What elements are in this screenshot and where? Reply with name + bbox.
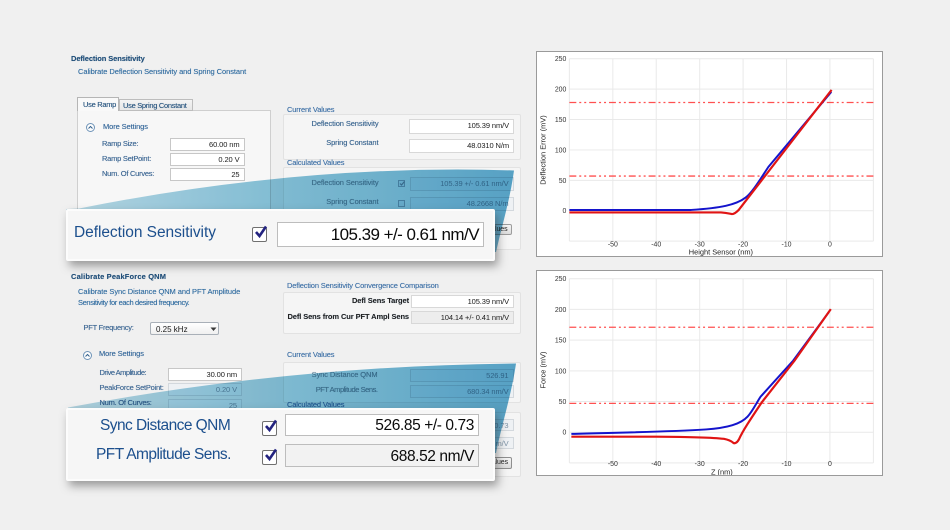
svg-text:0: 0 bbox=[563, 208, 567, 215]
svg-text:-10: -10 bbox=[782, 242, 792, 249]
svg-text:0: 0 bbox=[828, 461, 832, 468]
svg-text:100: 100 bbox=[555, 147, 567, 154]
svg-text:250: 250 bbox=[555, 276, 567, 283]
svg-text:50: 50 bbox=[559, 399, 567, 406]
svg-text:Height Sensor (nm): Height Sensor (nm) bbox=[689, 248, 753, 257]
svg-text:200: 200 bbox=[555, 307, 567, 314]
svg-text:0: 0 bbox=[563, 430, 567, 437]
svg-text:-10: -10 bbox=[782, 461, 792, 468]
svg-text:0: 0 bbox=[828, 242, 832, 249]
svg-text:50: 50 bbox=[559, 178, 567, 185]
svg-text:150: 150 bbox=[555, 338, 567, 345]
svg-text:Deflection Error (mV): Deflection Error (mV) bbox=[539, 115, 548, 185]
svg-text:Z (nm): Z (nm) bbox=[711, 467, 733, 476]
svg-text:250: 250 bbox=[555, 56, 567, 63]
svg-text:-30: -30 bbox=[695, 461, 705, 468]
svg-text:-50: -50 bbox=[608, 461, 618, 468]
svg-text:-20: -20 bbox=[738, 461, 748, 468]
svg-text:-40: -40 bbox=[651, 242, 661, 249]
svg-text:200: 200 bbox=[555, 87, 567, 94]
svg-text:150: 150 bbox=[555, 117, 567, 124]
svg-text:Force (mV): Force (mV) bbox=[539, 352, 548, 389]
svg-text:-50: -50 bbox=[608, 242, 618, 249]
svg-text:-40: -40 bbox=[651, 461, 661, 468]
svg-text:100: 100 bbox=[555, 368, 567, 375]
